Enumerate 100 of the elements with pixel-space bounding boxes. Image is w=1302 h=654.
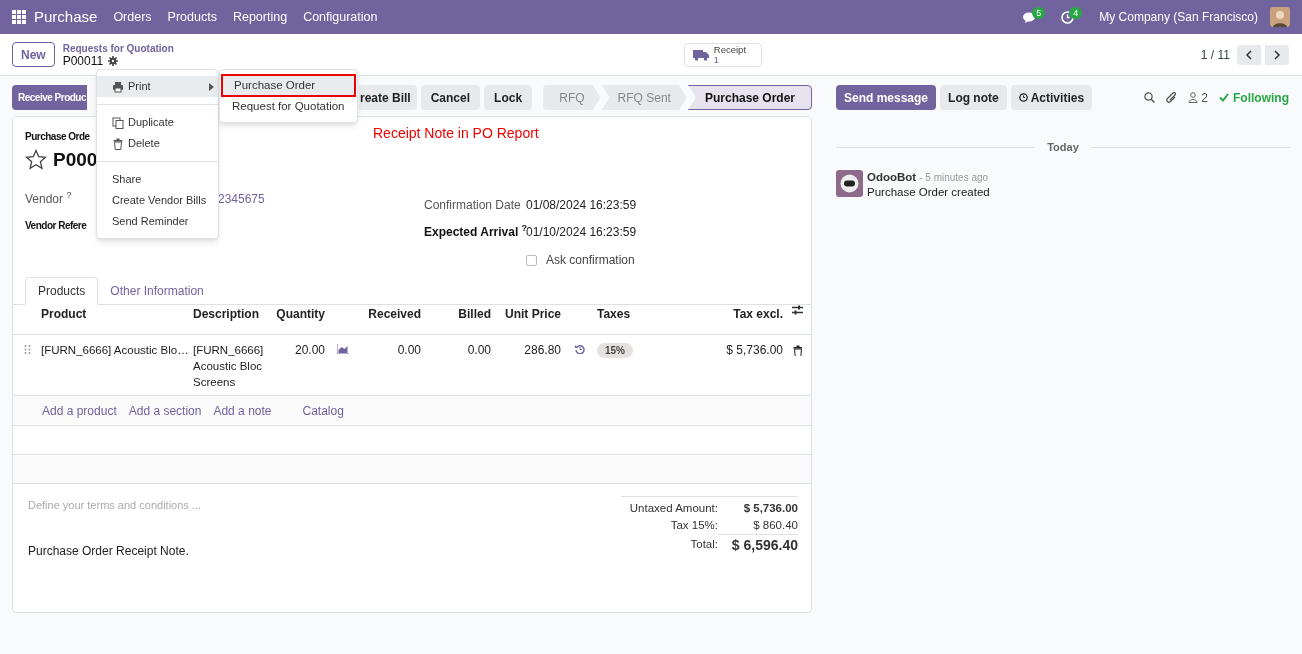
- status-step[interactable]: Purchase Order: [687, 85, 812, 110]
- action-button[interactable]: reate Bill: [359, 85, 417, 110]
- tax-tag[interactable]: 15%: [597, 343, 633, 358]
- app-name[interactable]: Purchase: [34, 5, 98, 29]
- table-cell-text: 20.00: [293, 342, 325, 358]
- apps-menu-icon[interactable]: [12, 10, 26, 24]
- receipt-note: Purchase Order Receipt Note.: [28, 542, 190, 560]
- chatter-button[interactable]: Send message: [836, 85, 937, 110]
- menu-item[interactable]: Products: [167, 7, 217, 27]
- column-header[interactable]: Description: [193, 305, 271, 323]
- breadcrumb-link[interactable]: Requests for Quotation: [62, 41, 174, 55]
- add-link[interactable]: Add a section: [128, 401, 202, 420]
- printer-icon: [112, 80, 124, 93]
- previous-button[interactable]: [1237, 44, 1261, 65]
- menu-item[interactable]: Purchase Order: [222, 75, 355, 96]
- menu-item[interactable]: Request for Quotation: [220, 96, 357, 117]
- truck-icon: [692, 48, 709, 61]
- menu-item[interactable]: Delete: [97, 133, 218, 154]
- table-cell-text: 0.00: [396, 342, 421, 358]
- record-name: P00011: [62, 54, 104, 68]
- menu-item[interactable]: Send Reminder: [97, 211, 218, 232]
- total-value: $ 6,596.40: [718, 534, 798, 556]
- caret-right-icon: [209, 82, 214, 91]
- settings-icon[interactable]: [108, 56, 119, 66]
- pager-value: 1 / 11: [1200, 46, 1230, 64]
- table-cell-text: Acoustic Bloc: [193, 359, 264, 374]
- action-button[interactable]: Receive Produc: [12, 85, 88, 110]
- notification-badge: 5: [1032, 7, 1046, 19]
- menu-item[interactable]: Reporting: [232, 7, 288, 27]
- clock-icon: [1018, 93, 1028, 102]
- bot-avatar: [836, 170, 863, 197]
- checkbox-label: Ask confirmation: [546, 252, 635, 269]
- chat-icon[interactable]: [1023, 11, 1038, 23]
- company-name[interactable]: My Company (San Francisco): [1099, 8, 1258, 26]
- menu-item[interactable]: Print: [97, 76, 218, 97]
- add-link[interactable]: Add a note: [213, 401, 272, 420]
- table-cell-text: 0.00: [466, 342, 491, 358]
- menu-item[interactable]: Duplicate: [97, 112, 218, 133]
- total-label: Total:: [690, 537, 718, 553]
- search-icon[interactable]: [1144, 92, 1156, 103]
- chatter-button[interactable]: Log note: [940, 85, 1007, 110]
- message-time: - 5 minutes ago: [919, 171, 989, 185]
- chart-icon[interactable]: [337, 344, 349, 354]
- table-cell-text: $ 5,736.00: [725, 342, 783, 358]
- person-icon: [1188, 92, 1199, 103]
- field-label: Purchase Orde: [25, 130, 90, 144]
- menu-item[interactable]: Configuration: [303, 7, 378, 27]
- checkbox[interactable]: [526, 254, 537, 266]
- column-header[interactable]: Tax excl.: [687, 305, 783, 323]
- followers-button[interactable]: 2: [1188, 88, 1208, 107]
- table-cell-text: [FURN_6666] Acoustic Blo…: [41, 343, 190, 358]
- clock-icon[interactable]: [1061, 10, 1075, 24]
- next-button[interactable]: [1265, 44, 1289, 65]
- adjust-columns-icon[interactable]: [791, 305, 803, 315]
- total-value: $ 860.40: [752, 517, 798, 533]
- record-title: P000: [53, 147, 98, 172]
- star-icon[interactable]: [25, 149, 47, 171]
- table-cell-text: Screens: [193, 375, 237, 390]
- field-label: Confirmation Date: [424, 196, 521, 214]
- message-author: OdooBot: [867, 170, 917, 185]
- copy-icon: [112, 116, 124, 129]
- column-header[interactable]: Product: [41, 305, 193, 323]
- notification-badge: 4: [1069, 7, 1083, 19]
- column-header[interactable]: Quantity: [271, 305, 325, 323]
- menu-item[interactable]: Orders: [113, 7, 152, 27]
- total-value: $ 5,736.00: [742, 500, 798, 516]
- tab[interactable]: Other Information: [98, 277, 216, 305]
- history-icon[interactable]: [575, 344, 585, 354]
- paperclip-icon[interactable]: [1166, 91, 1178, 104]
- menu-item[interactable]: Share: [97, 169, 218, 190]
- annotation-text: Receipt Note in PO Report: [373, 124, 539, 143]
- action-button[interactable]: Lock: [484, 85, 533, 110]
- column-header[interactable]: Billed: [421, 305, 491, 323]
- action-button[interactable]: Cancel: [420, 85, 481, 110]
- field-value: 01/08/2024 16:23:59: [526, 196, 637, 214]
- column-header[interactable]: Received: [359, 305, 421, 323]
- total-label: Untaxed Amount:: [629, 500, 718, 516]
- add-link[interactable]: Add a product: [42, 401, 117, 420]
- vendor-link[interactable]: 2345675: [218, 189, 265, 208]
- date-divider: Today: [1046, 139, 1080, 155]
- table-cell-text: 286.80: [523, 342, 561, 358]
- field-value: 01/10/2024 16:23:59: [526, 223, 637, 241]
- field-label: Vendor $^{?}$: [25, 189, 72, 208]
- tab[interactable]: Products: [25, 277, 99, 305]
- user-avatar[interactable]: [1270, 7, 1290, 27]
- drag-handle-icon[interactable]: [23, 345, 31, 355]
- smart-button-label: Receipt: [713, 44, 747, 55]
- message-body: Purchase Order created: [867, 185, 990, 200]
- chatter-button[interactable]: Activities: [1010, 85, 1093, 110]
- new-button[interactable]: New: [12, 42, 55, 67]
- menu-item[interactable]: Create Vendor Bills: [97, 190, 218, 211]
- column-header[interactable]: Unit Price: [491, 305, 561, 323]
- column-header[interactable]: Taxes: [597, 305, 687, 323]
- total-label: Tax 15%:: [670, 517, 718, 533]
- trash-icon[interactable]: [792, 345, 802, 356]
- receipt-smart-button[interactable]: Receipt 1: [683, 42, 762, 67]
- check-icon: [1219, 93, 1229, 102]
- field-label: Vendor Refere: [25, 219, 87, 233]
- trash-icon: [112, 137, 124, 150]
- add-link[interactable]: Catalog: [302, 401, 344, 420]
